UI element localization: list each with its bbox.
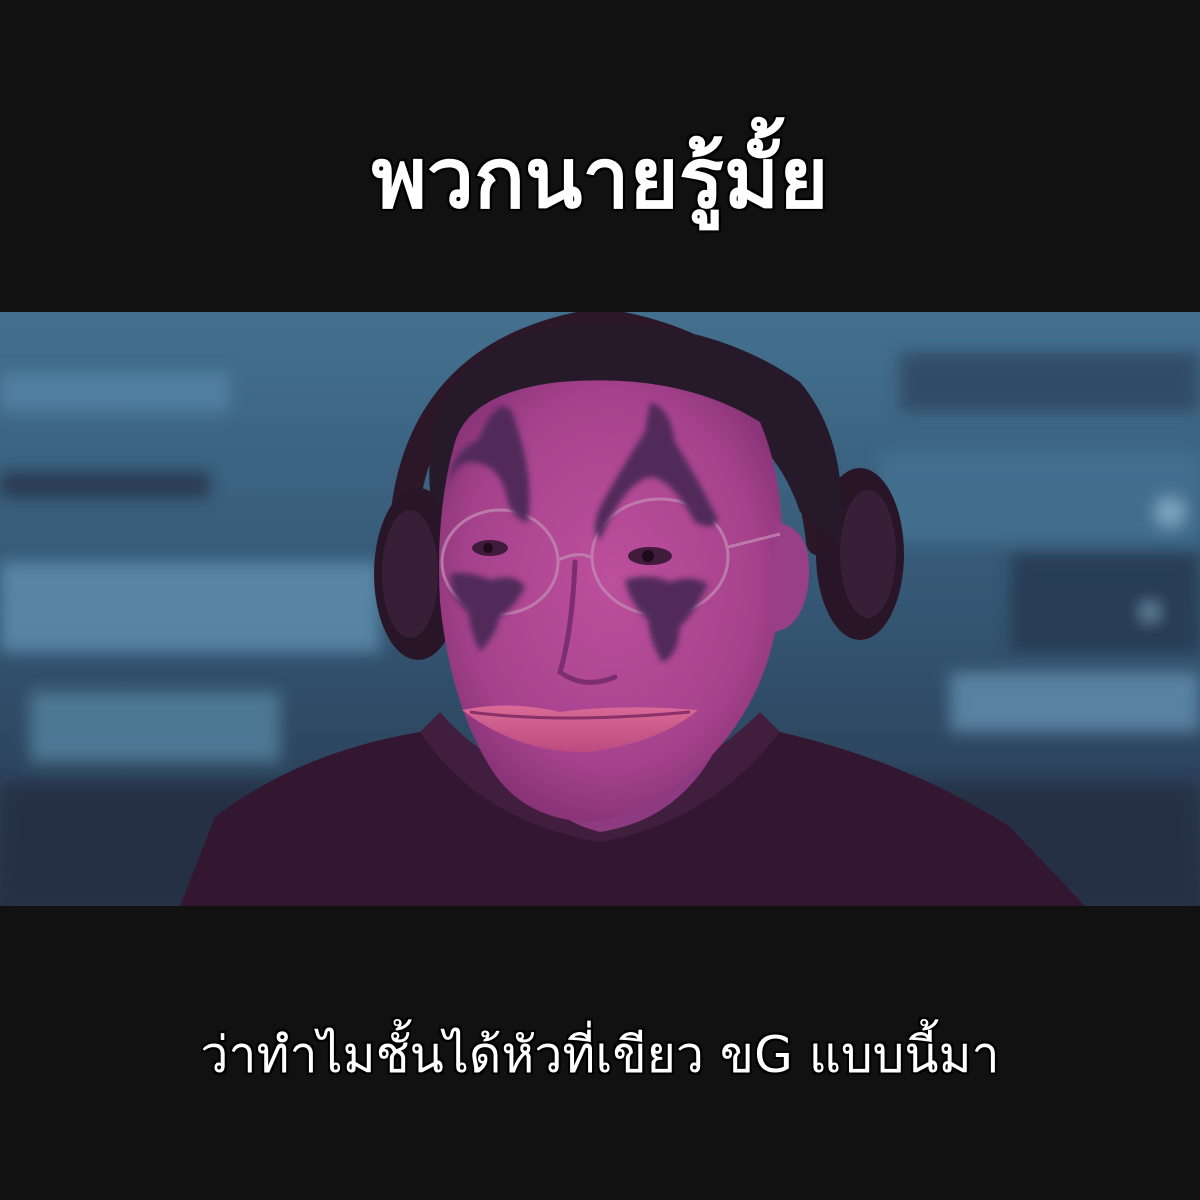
meme-photo (0, 312, 1200, 906)
color-tint (0, 312, 1200, 906)
meme-canvas: พวกนายรู้มั้ย ว่าทำไมชั้นได้หัวที่เขียว … (0, 0, 1200, 1200)
top-caption: พวกนายรู้มั้ย (370, 128, 830, 229)
bottom-caption: ว่าทำไมชั้นได้หัวที่เขียว ขG แบบนี้มา (199, 1025, 1000, 1085)
